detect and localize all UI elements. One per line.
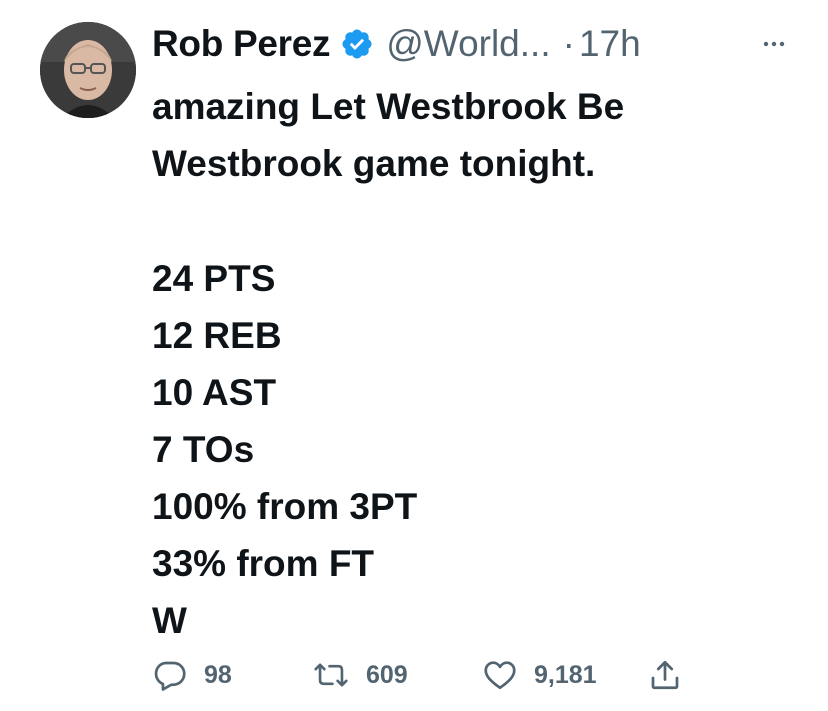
stat-line: 12 REB [152, 315, 282, 356]
like-count: 9,181 [534, 660, 597, 689]
stat-line: 10 AST [152, 372, 277, 413]
tweet-text-line: amazing Let Westbrook Be [152, 86, 625, 127]
retweet-icon [312, 657, 350, 693]
avatar-image [40, 22, 136, 118]
retweet-button[interactable]: 609 [312, 652, 408, 698]
tweet-actions: 98 609 9,181 [152, 652, 692, 698]
tweet-text: amazing Let Westbrook Be Westbrook game … [152, 78, 792, 192]
retweet-count: 609 [366, 660, 408, 689]
stat-line: 7 TOs [152, 429, 255, 470]
tweet-stat-list: 24 PTS 12 REB 10 AST 7 TOs 100% from 3PT… [152, 250, 417, 649]
reply-count: 98 [204, 660, 232, 689]
more-icon[interactable] [760, 30, 788, 58]
tweet-text-line: Westbrook game tonight. [152, 143, 596, 184]
share-button[interactable] [647, 652, 683, 698]
like-button[interactable]: 9,181 [482, 652, 597, 698]
stat-line: W [152, 600, 187, 641]
stat-line: 100% from 3PT [152, 486, 418, 527]
like-icon [482, 657, 518, 693]
author-handle[interactable]: @World... [386, 23, 550, 65]
stat-line: 24 PTS [152, 258, 276, 299]
stat-line: 33% from FT [152, 543, 375, 584]
reply-icon [152, 657, 188, 693]
author-display-name[interactable]: Rob Perez [152, 23, 331, 65]
tweet-header: Rob Perez @World... · 17h [152, 18, 788, 70]
separator-dot: · [562, 23, 575, 64]
tweet-timestamp[interactable]: 17h [579, 23, 641, 65]
avatar[interactable] [40, 22, 136, 118]
verified-badge-icon [340, 27, 374, 61]
reply-button[interactable]: 98 [152, 652, 232, 698]
share-icon [647, 657, 683, 693]
